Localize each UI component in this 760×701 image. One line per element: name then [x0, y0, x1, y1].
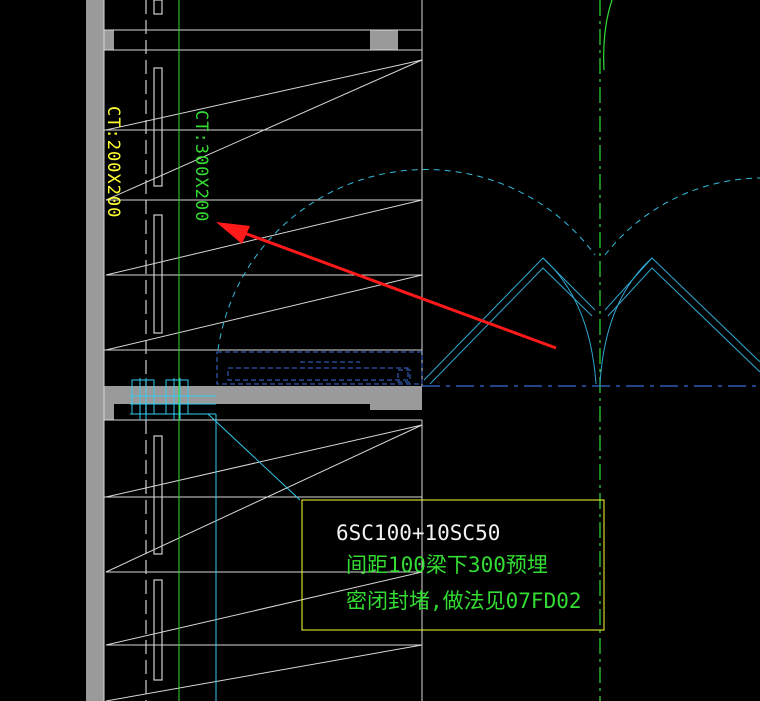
tray-label-green: CT:300X200	[191, 110, 211, 222]
note-line-2: 间距100梁下300预埋	[346, 553, 548, 577]
cad-drawing-canvas[interactable]: 6SC100+10SC50 间距100梁下300预埋 密闭封堵,做法见07FD0…	[0, 0, 760, 701]
tray-label-yellow: CT:200X200	[103, 106, 123, 218]
note-line-1: 6SC100+10SC50	[336, 521, 500, 545]
note-line-3: 密闭封堵,做法见07FD02	[346, 589, 582, 613]
